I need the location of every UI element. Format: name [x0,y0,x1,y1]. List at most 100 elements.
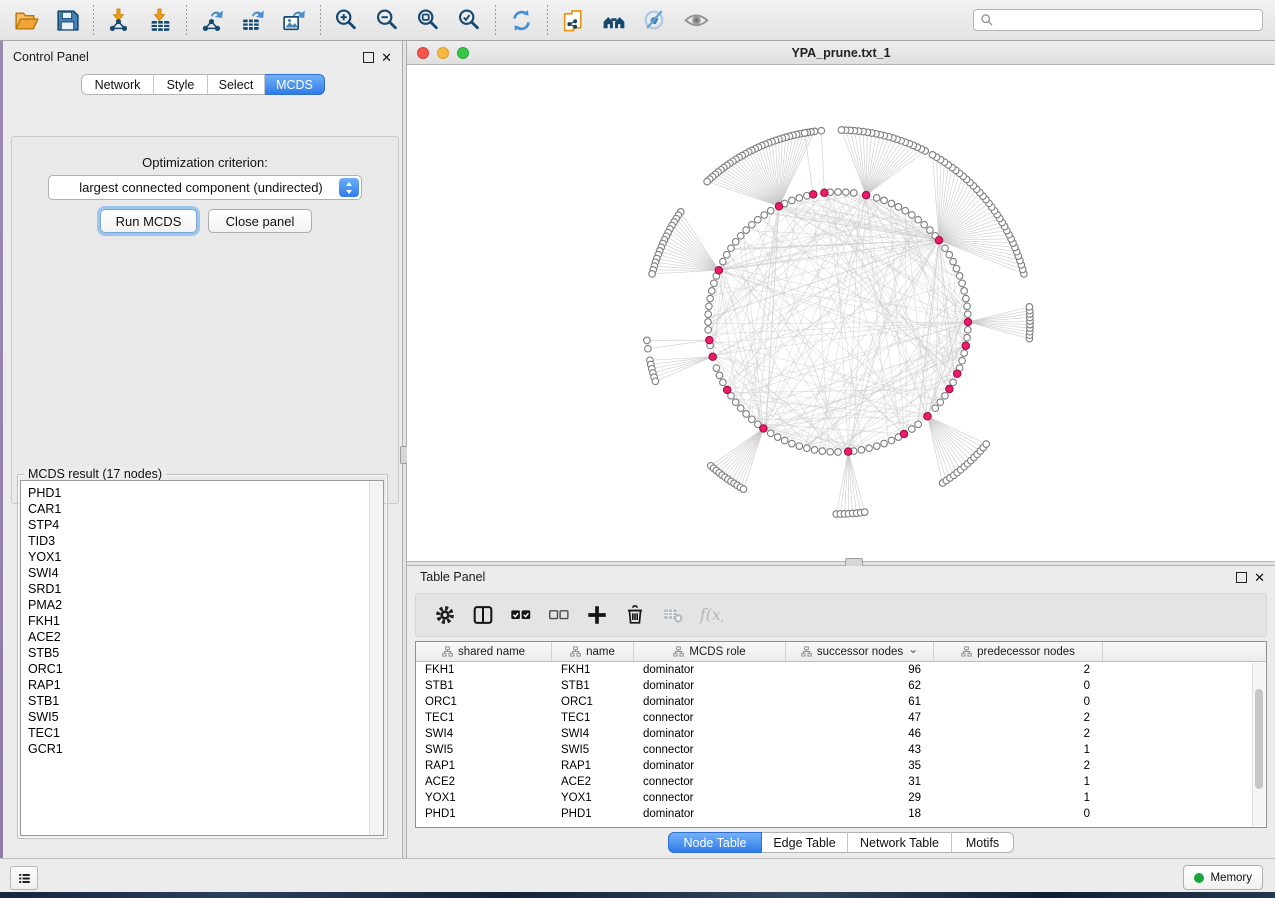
column-header-predecessor-nodes[interactable]: predecessor nodes [934,642,1103,661]
create-column-icon [585,603,609,627]
attribute-icon [442,646,453,657]
node-table[interactable]: shared namenameMCDS rolesuccessor nodes⌄… [415,641,1267,828]
search-box[interactable] [973,9,1263,31]
tab-mcds[interactable]: MCDS [265,74,325,95]
table-toolbar: f(x) [415,593,1267,637]
column-header-shared-name[interactable]: shared name [416,642,552,661]
zoom-in-icon [333,7,360,34]
table-row[interactable]: SWI4SWI4dominator462 [416,726,1266,742]
main-toolbar [0,0,1275,41]
show-graphics-details-button[interactable] [676,3,717,37]
column-header-MCDS-role[interactable]: MCDS role [634,642,786,661]
table-row[interactable]: ORC1ORC1dominator610 [416,694,1266,710]
mcds-result-items: PHD1 CAR1 STP4 TID3 YOX1 SWI4 SRD1 PMA2 … [28,485,63,757]
delete-table-button [654,597,692,633]
status-bar: Memory [0,858,1275,892]
table-tabbar: Node TableEdge TableNetwork TableMotifs [668,832,1014,853]
save-session-button[interactable] [47,3,88,37]
table-row[interactable]: SWI5SWI5connector431 [416,742,1266,758]
zoom-out-button[interactable] [367,3,408,37]
table-settings-icon [433,603,457,627]
tab-edge-table[interactable]: Edge Table [762,832,848,853]
list-icon [17,871,32,886]
table-row[interactable]: PHD1PHD1dominator180 [416,806,1266,822]
table-row[interactable]: RAP1RAP1dominator352 [416,758,1266,774]
tab-network[interactable]: Network [81,74,154,95]
table-row[interactable]: STB1STB1dominator620 [416,678,1266,694]
table-settings-button[interactable] [426,597,464,633]
hide-graphics-details-button[interactable] [635,3,676,37]
network-graph[interactable] [407,65,1275,561]
mcds-result-scrollbar[interactable] [369,481,383,835]
export-network-icon [199,7,226,34]
delete-columns-button[interactable] [616,597,654,633]
table-row[interactable]: FKH1FKH1dominator962 [416,662,1266,678]
cytoscape-app: { "toolbar": { "groups": [ ["open-file",… [0,0,1275,898]
close-panel-button[interactable]: Close panel [208,209,312,233]
search-input[interactable] [998,12,1256,28]
zoom-in-button[interactable] [326,3,367,37]
table-panel-title: Table Panel [420,570,485,584]
close-table-panel-icon[interactable]: ✕ [1254,573,1265,582]
refresh-view-button[interactable] [501,3,542,37]
memory-status-icon [1194,873,1204,883]
table-row[interactable]: YOX1YOX1connector291 [416,790,1266,806]
table-row[interactable]: TEC1TEC1connector472 [416,710,1266,726]
node-table-body: FKH1FKH1dominator962STB1STB1dominator620… [416,662,1266,822]
select-all-button[interactable] [502,597,540,633]
select-stepper-icon [339,178,359,197]
network-titlebar[interactable]: YPA_prune.txt_1 [407,41,1275,65]
mcds-result-list[interactable]: PHD1 CAR1 STP4 TID3 YOX1 SWI4 SRD1 PMA2 … [20,480,384,836]
tab-style[interactable]: Style [154,74,208,95]
column-header-successor-nodes[interactable]: successor nodes⌄ [786,642,934,661]
tab-select[interactable]: Select [208,74,265,95]
attribute-icon [961,646,972,657]
attribute-icon [673,646,684,657]
toolbar-separator [495,5,496,35]
float-panel-icon[interactable] [363,52,374,63]
network-title: YPA_prune.txt_1 [407,46,1275,60]
mcds-result-title: MCDS result (17 nodes) [24,467,166,481]
tab-node-table[interactable]: Node Table [668,832,762,853]
node-table-scrollbar[interactable] [1252,663,1265,826]
create-column-button[interactable] [578,597,616,633]
zoom-fit-button[interactable] [408,3,449,37]
export-table-button[interactable] [233,3,274,37]
import-network-icon [106,7,133,34]
network-canvas[interactable] [407,65,1275,561]
task-history-button[interactable] [10,866,38,890]
export-image-button[interactable] [274,3,315,37]
run-mcds-button[interactable]: Run MCDS [100,209,197,233]
tab-network-table[interactable]: Network Table [848,832,952,853]
float-table-panel-icon[interactable] [1236,572,1247,583]
optimization-criterion-select[interactable]: largest connected component (undirected) [48,175,362,200]
column-header-name[interactable]: name [552,642,634,661]
toolbar-separator [186,5,187,35]
import-network-button[interactable] [99,3,140,37]
optimization-criterion-value: largest connected component (undirected) [49,180,337,195]
split-panel-button[interactable] [464,597,502,633]
main-toolbar-icons [6,3,717,37]
control-panel: Control Panel ✕ NetworkStyleSelectMCDS O… [3,41,402,858]
open-file-button[interactable] [6,3,47,37]
tab-motifs[interactable]: Motifs [952,832,1014,853]
toolbar-separator [320,5,321,35]
optimization-criterion-label: Optimization criterion: [12,155,398,170]
zoom-selected-button[interactable] [449,3,490,37]
node-table-header: shared namenameMCDS rolesuccessor nodes⌄… [416,642,1266,662]
deselect-all-button[interactable] [540,597,578,633]
control-panel-title: Control Panel [13,50,89,64]
control-panel-tabbar: NetworkStyleSelectMCDS [81,74,325,95]
export-network-button[interactable] [192,3,233,37]
close-panel-icon[interactable]: ✕ [381,53,392,62]
share-document-button[interactable] [553,3,594,37]
zoom-out-icon [374,7,401,34]
memory-button-label: Memory [1210,872,1252,884]
table-row[interactable]: ACE2ACE2connector311 [416,774,1266,790]
function-builder-icon: f(x) [699,603,723,627]
node-table-scroll-thumb[interactable] [1255,689,1263,789]
search-network-button[interactable] [594,3,635,37]
import-table-button[interactable] [140,3,181,37]
memory-button[interactable]: Memory [1183,865,1263,890]
svg-text:f(x): f(x) [699,605,723,624]
